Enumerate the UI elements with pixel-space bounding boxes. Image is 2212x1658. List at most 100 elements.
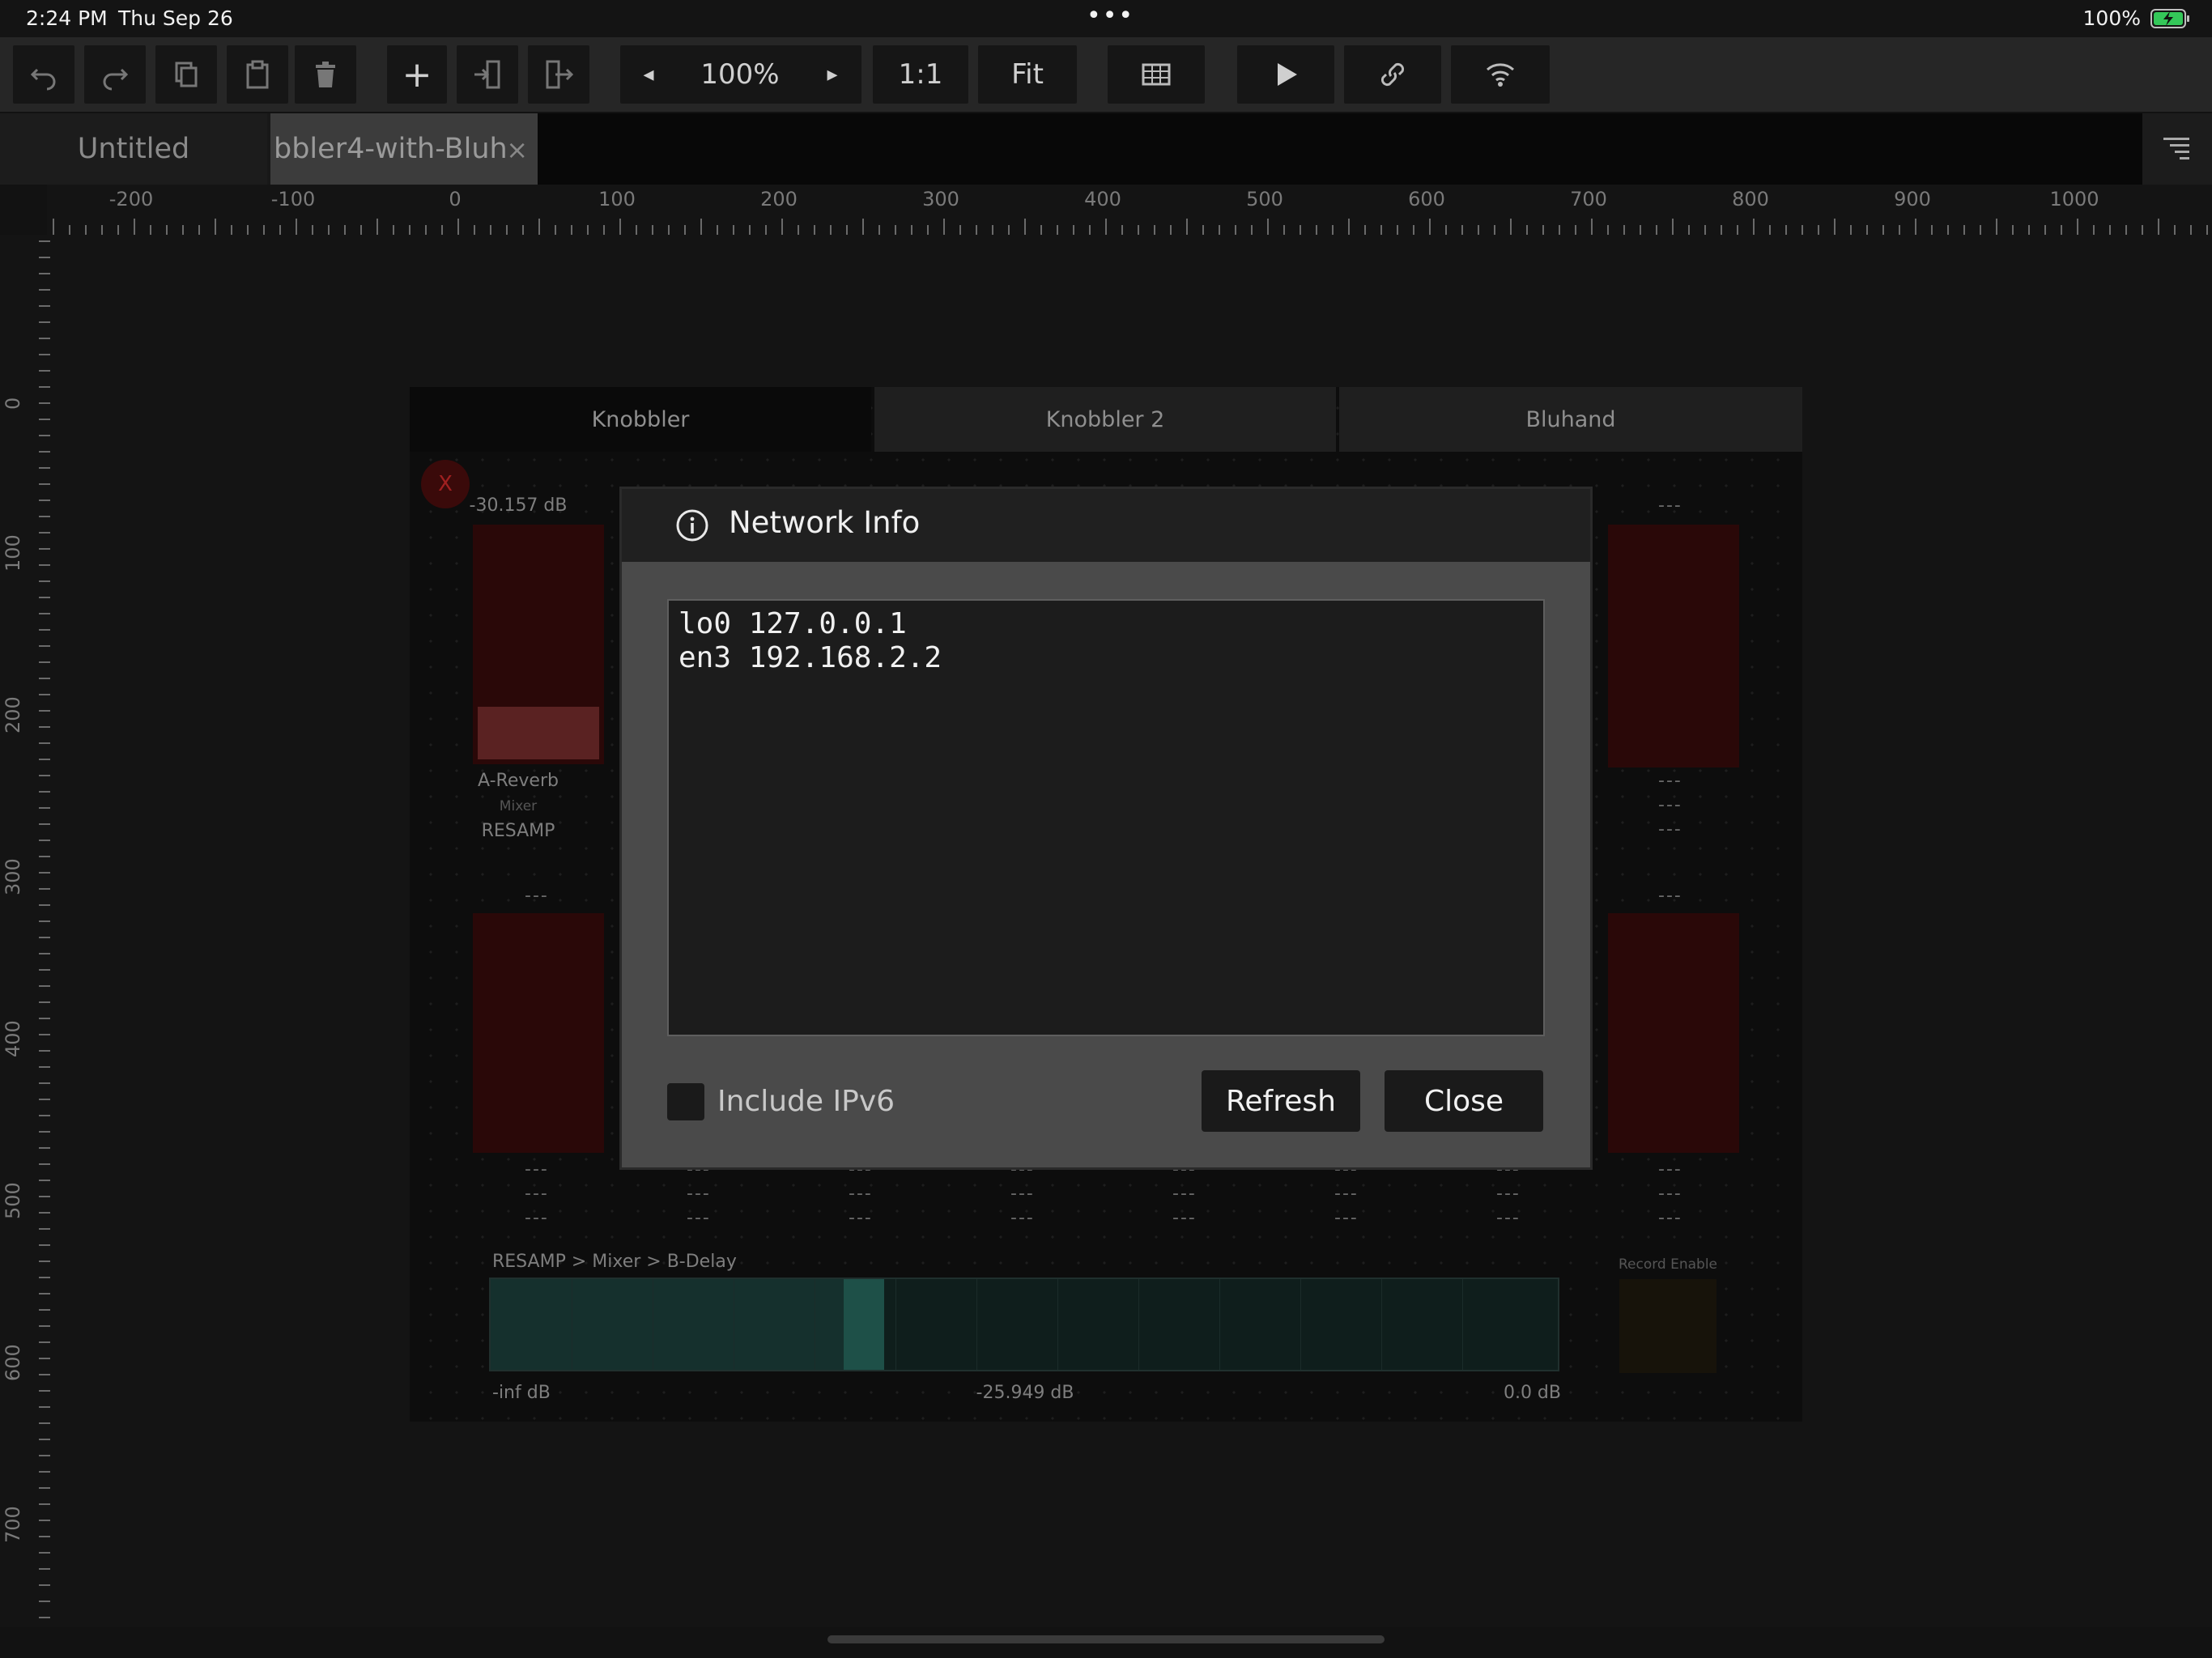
send-level-slider[interactable]	[489, 1278, 1559, 1371]
zoom-fit-button[interactable]: Fit	[978, 45, 1077, 104]
slider-max-label: 0.0 dB	[1503, 1383, 1561, 1403]
left-volume-fader[interactable]	[473, 525, 604, 764]
network-info-textarea[interactable]: lo0 127.0.0.1 en3 192.168.2.2	[667, 599, 1545, 1036]
triangle-right-icon: ▸	[827, 62, 838, 87]
redo-icon	[103, 68, 129, 91]
dialog-title: Network Info	[729, 505, 921, 540]
undo-icon	[30, 68, 56, 91]
ruler-label: 400	[1084, 188, 1121, 210]
ruler-label: 200	[2, 696, 24, 733]
close-tab-icon[interactable]: ×	[506, 134, 528, 165]
include-ipv6-label[interactable]: Include IPv6	[717, 1085, 895, 1118]
menu-icon	[2163, 138, 2189, 159]
vertical-ruler-ticks	[39, 240, 50, 1618]
link-button[interactable]	[1344, 45, 1441, 104]
dash-placeholder: ---	[1010, 1208, 1035, 1228]
ruler-label: 800	[1732, 188, 1769, 210]
close-button[interactable]: Close	[1385, 1070, 1543, 1132]
status-bar: 2:24 PM Thu Sep 26 ••• 100%	[0, 0, 2212, 37]
ruler-label: 0	[2, 397, 24, 410]
ruler-label: -100	[270, 188, 316, 210]
dash-placeholder: ---	[1658, 886, 1682, 906]
dash-placeholder: ---	[1658, 1208, 1682, 1228]
dash-placeholder: ---	[1334, 1208, 1359, 1228]
dash-placeholder: ---	[525, 1159, 549, 1180]
ruler-label: 300	[2, 858, 24, 895]
home-indicator[interactable]	[827, 1635, 1385, 1643]
copy-icon	[175, 62, 198, 87]
slider-min-label: -inf dB	[492, 1383, 551, 1403]
zoom-level: 100%	[700, 58, 780, 91]
vertical-ruler: 0 100 200 300 400 500 600 700	[0, 235, 50, 1627]
tab-active-document[interactable]: bbler4-with-Bluh ×	[270, 113, 538, 185]
refresh-button[interactable]: Refresh	[1202, 1070, 1360, 1132]
panel-tab-knobbler[interactable]: Knobbler	[410, 387, 871, 452]
paste-button[interactable]	[227, 45, 288, 104]
ruler-label: 100	[598, 188, 636, 210]
zoom-one-to-one-button[interactable]: 1:1	[873, 45, 968, 104]
dialog-header: Network Info	[622, 489, 1590, 562]
delete-button[interactable]	[295, 45, 356, 104]
panel-tab-knobbler-2[interactable]: Knobbler 2	[874, 387, 1336, 452]
record-enable-button[interactable]	[1619, 1279, 1716, 1373]
zoom-out-button[interactable]: ◂	[620, 45, 677, 104]
zoom-level-display[interactable]: 100%	[675, 45, 805, 104]
link-icon	[1380, 62, 1405, 87]
dash-placeholder: ---	[525, 1184, 549, 1204]
grid-button[interactable]	[1108, 45, 1205, 104]
add-icon: +	[402, 53, 432, 96]
send-level-slider-handle[interactable]	[844, 1279, 885, 1370]
dash-placeholder: ---	[1658, 771, 1682, 791]
dash-placeholder: ---	[1658, 819, 1682, 840]
tab-strip-empty	[538, 113, 2142, 185]
one-to-one-label: 1:1	[898, 58, 943, 91]
document-tab-bar: Untitled bbler4-with-Bluh ×	[0, 113, 2212, 185]
wifi-button[interactable]	[1451, 45, 1550, 104]
dash-placeholder: ---	[849, 1208, 873, 1228]
dash-placeholder: ---	[1658, 795, 1682, 815]
battery-percent: 100%	[2082, 6, 2141, 30]
tab-active-label: bbler4-with-Bluh	[274, 133, 508, 165]
add-button[interactable]: +	[387, 45, 447, 104]
import-button[interactable]	[457, 45, 518, 104]
play-button[interactable]	[1237, 45, 1334, 104]
tab-untitled[interactable]: Untitled	[0, 113, 267, 185]
left-track-input: RESAMP	[481, 821, 555, 841]
horizontal-ruler-ticks	[53, 219, 2208, 235]
ruler-label: 400	[2, 1020, 24, 1057]
ruler-label: 300	[922, 188, 959, 210]
left-lower-fader[interactable]	[473, 913, 604, 1153]
ruler-label: 1000	[2049, 188, 2099, 210]
dash-placeholder: ---	[1334, 1184, 1359, 1204]
dash-placeholder: ---	[1658, 495, 1682, 516]
left-track-sub: Mixer	[499, 798, 538, 814]
slider-path-label: RESAMP > Mixer > B-Delay	[492, 1252, 737, 1272]
panel-tab-bluhand[interactable]: Bluhand	[1339, 387, 1802, 452]
undo-button[interactable]	[13, 45, 74, 104]
network-interface-line: lo0 127.0.0.1	[678, 607, 907, 640]
tab-menu-button[interactable]	[2142, 113, 2212, 185]
copy-button[interactable]	[155, 45, 217, 104]
dash-placeholder: ---	[525, 1208, 549, 1228]
right-lower-fader[interactable]	[1608, 913, 1739, 1153]
redo-button[interactable]	[84, 45, 146, 104]
network-info-dialog: Network Info lo0 127.0.0.1 en3 192.168.2…	[622, 489, 1590, 1167]
export-button[interactable]	[528, 45, 589, 104]
ruler-label: -200	[108, 188, 154, 210]
grid-icon	[1142, 63, 1171, 86]
dash-placeholder: ---	[1658, 1184, 1682, 1204]
zoom-in-button[interactable]: ▸	[803, 45, 861, 104]
horizontal-ruler: -200 -100 0 100 200 300 400 500 600 700 800 900 1000…	[47, 185, 2212, 235]
right-upper-fader[interactable]	[1608, 525, 1739, 767]
ruler-label: 200	[760, 188, 798, 210]
network-interface-line: en3 192.168.2.2	[678, 641, 942, 674]
ruler-label: 900	[1894, 188, 1931, 210]
include-ipv6-checkbox[interactable]	[667, 1083, 704, 1120]
dash-placeholder: ---	[1658, 1159, 1682, 1180]
wifi-icon	[1487, 63, 1514, 87]
slider-value-label: -25.949 dB	[976, 1383, 1074, 1403]
record-enable-label: Record Enable	[1618, 1256, 1718, 1273]
ruler-label: 500	[2, 1182, 24, 1219]
multitasking-dots[interactable]: •••	[1087, 2, 1134, 30]
left-volume-fader-fill	[478, 706, 599, 759]
